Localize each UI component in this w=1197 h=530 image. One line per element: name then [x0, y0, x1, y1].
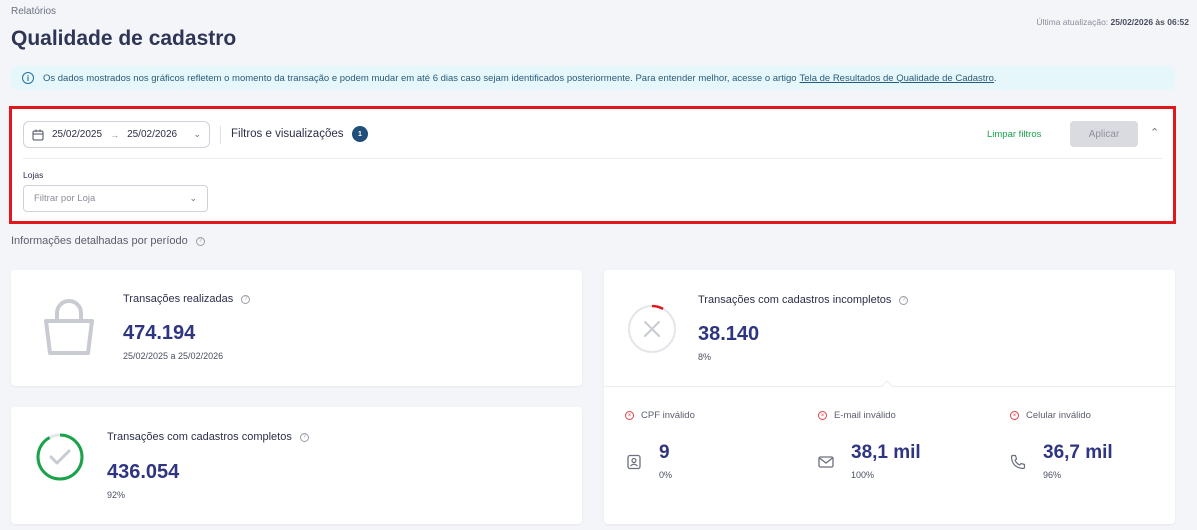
last-update-label: Última atualização:	[1036, 17, 1109, 27]
metric-label-text: E-mail inválido	[834, 410, 896, 421]
banner-end: .	[993, 72, 997, 84]
error-icon: ×	[625, 411, 634, 420]
metric-label-text: Celular inválido	[1026, 410, 1091, 421]
divider	[220, 126, 221, 144]
help-icon[interactable]: ?	[899, 295, 909, 305]
help-icon[interactable]: ?	[195, 236, 205, 246]
store-select-placeholder: Filtrar por Loja	[34, 193, 96, 204]
card-value: 436.054	[107, 461, 180, 483]
card-value: 38.140	[698, 323, 760, 345]
filters-count-badge: 1	[352, 126, 368, 142]
card-title-text: Transações com cadastros incompletos	[698, 294, 892, 306]
chevron-down-icon: ⌄	[189, 193, 197, 203]
metric-cpf-label: × CPF inválido	[625, 410, 695, 421]
metric-phone-value: 36,7 mil	[1043, 442, 1113, 463]
date-start: 25/02/2025	[52, 129, 103, 140]
error-icon: ×	[818, 411, 827, 420]
divider-notch	[881, 380, 893, 392]
id-card-icon	[627, 454, 641, 470]
card-title-text: Transações com cadastros completos	[107, 431, 292, 443]
last-update: Última atualização: 25/02/2026 às 06:52	[1036, 17, 1189, 27]
info-banner: i Os dados mostrados nos gráficos reflet…	[11, 66, 1175, 90]
card-percent: 92%	[107, 490, 126, 500]
complete-progress-ring	[36, 433, 84, 481]
mail-icon	[818, 456, 834, 468]
metric-cpf-percent: 0%	[659, 470, 673, 480]
apply-button[interactable]: Aplicar	[1070, 121, 1138, 147]
store-select[interactable]: Filtrar por Loja ⌄	[23, 185, 208, 212]
card-title: Transações realizadas ?	[123, 293, 251, 305]
breadcrumb[interactable]: Relatórios	[11, 6, 56, 17]
date-range-picker[interactable]: 25/02/2025 → 25/02/2026 ⌄	[23, 121, 210, 148]
info-icon: i	[22, 72, 34, 84]
x-circle-icon	[627, 304, 677, 354]
metric-phone-label: × Celular inválido	[1010, 410, 1091, 421]
phone-icon	[1010, 454, 1026, 470]
metric-email-value: 38,1 mil	[851, 442, 921, 463]
clear-filters-link[interactable]: Limpar filtros	[987, 129, 1041, 140]
page-title: Qualidade de cadastro	[11, 27, 237, 50]
date-end: 25/02/2026	[127, 129, 178, 140]
metric-label-text: CPF inválido	[641, 410, 695, 421]
last-update-value: 25/02/2026 às 06:52	[1110, 17, 1189, 27]
shopping-bag-icon	[44, 299, 94, 355]
stores-label: Lojas	[23, 170, 44, 180]
banner-text: Os dados mostrados nos gráficos refletem…	[43, 72, 797, 84]
card-period: 25/02/2025 a 25/02/2026	[123, 351, 224, 361]
metric-phone-percent: 96%	[1043, 470, 1062, 480]
error-icon: ×	[1010, 411, 1019, 420]
section-title: Informações detalhadas por período ?	[11, 235, 205, 247]
metric-email-label: × E-mail inválido	[818, 410, 896, 421]
card-title: Transações com cadastros completos ?	[107, 431, 309, 443]
card-title: Transações com cadastros incompletos ?	[698, 294, 909, 306]
chevron-down-icon: ⌄	[193, 129, 201, 139]
incomplete-card: Transações com cadastros incompletos ? 3…	[604, 270, 1175, 524]
help-icon[interactable]: ?	[299, 432, 309, 442]
filter-panel: 25/02/2025 → 25/02/2026 ⌄ Filtros e visu…	[9, 106, 1176, 224]
arrow-right-icon: →	[110, 129, 120, 140]
banner-article-link[interactable]: Tela de Resultados de Qualidade de Cadas…	[800, 73, 994, 84]
help-icon[interactable]: ?	[241, 294, 251, 304]
metric-cpf-value: 9	[659, 442, 670, 463]
calendar-icon	[32, 129, 44, 140]
metric-email-percent: 100%	[851, 470, 875, 480]
complete-card: Transações com cadastros completos ? 436…	[11, 407, 582, 524]
panel-divider	[23, 158, 1162, 159]
section-title-text: Informações detalhadas por período	[11, 235, 188, 247]
transactions-card: Transações realizadas ? 474.194 25/02/20…	[11, 270, 582, 386]
card-title-text: Transações realizadas	[123, 293, 234, 305]
card-percent: 8%	[698, 352, 712, 362]
chevron-up-icon[interactable]: ⌃	[1150, 126, 1159, 139]
card-value: 474.194	[123, 322, 196, 344]
filters-title: Filtros e visualizações	[231, 128, 344, 140]
check-circle-icon	[36, 433, 84, 481]
